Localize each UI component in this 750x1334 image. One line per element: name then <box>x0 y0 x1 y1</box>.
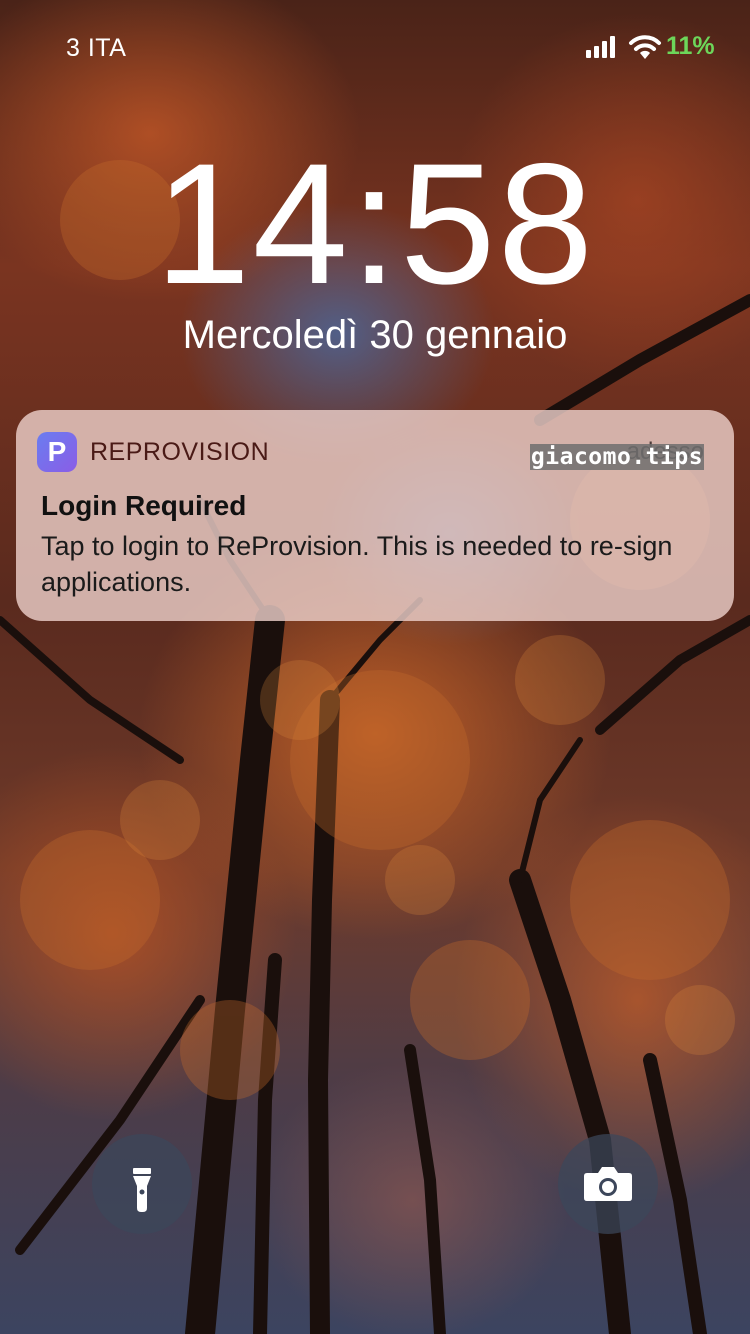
flashlight-icon <box>133 1168 151 1212</box>
notification-app-name: REPROVISION <box>90 438 270 466</box>
flashlight-button[interactable] <box>92 1134 192 1234</box>
lock-screen-date: Mercoledì 30 gennaio <box>182 313 568 357</box>
wifi-icon <box>628 34 662 60</box>
reprovision-app-icon: P <box>37 432 77 472</box>
lock-screen-clock: 14:58 <box>154 128 596 320</box>
camera-button[interactable] <box>558 1134 658 1234</box>
notification-body: Tap to login to ReProvision. This is nee… <box>41 531 673 597</box>
carrier-label: 3 ITA <box>66 34 127 62</box>
status-bar: 3 ITA 11% <box>0 0 750 90</box>
camera-icon <box>584 1167 632 1201</box>
notification-title: Login Required <box>41 490 247 521</box>
watermark-label: giacomo.tips <box>530 444 704 470</box>
cellular-signal-icon <box>586 36 616 58</box>
battery-percent: 11% <box>666 32 715 60</box>
notification-card[interactable]: P REPROVISION adesso giacomo.tips Login … <box>16 410 734 621</box>
